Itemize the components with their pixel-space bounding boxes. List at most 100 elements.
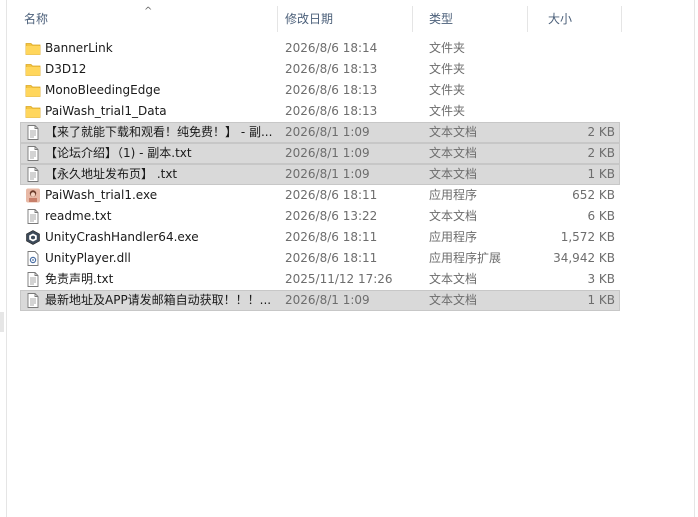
file-type: 文本文档 bbox=[429, 146, 478, 160]
file-row[interactable]: PaiWash_trial1.exe 2026/8/6 18:11 应用程序 652 … bbox=[20, 185, 620, 206]
file-name[interactable]: D3D12 bbox=[45, 59, 277, 80]
file-modified-date: 2026/8/1 1:09 bbox=[285, 146, 370, 160]
file-name[interactable]: readme.txt bbox=[45, 206, 277, 227]
file-row[interactable]: 最新地址及APP请发邮箱自动获取！！！... 2026/8/1 1:09 文本文档 1… bbox=[20, 290, 620, 311]
file-modified-date: 2026/8/6 18:11 bbox=[285, 230, 378, 244]
file-size: 2 KB bbox=[587, 146, 615, 160]
file-modified-date: 2025/11/12 17:26 bbox=[285, 272, 393, 286]
file-icon-cell bbox=[25, 143, 41, 164]
file-icon-cell bbox=[25, 290, 41, 311]
file-row[interactable]: readme.txt 2026/8/6 13:22 文本文档 6 KB bbox=[20, 206, 620, 227]
file-type: 应用程序 bbox=[429, 230, 478, 244]
file-icon-cell bbox=[25, 164, 41, 185]
file-icon-cell bbox=[25, 248, 41, 269]
file-size bbox=[540, 101, 615, 122]
file-modified-date: 2026/8/6 18:11 bbox=[285, 188, 378, 202]
text-document-icon bbox=[25, 293, 41, 308]
file-name[interactable]: BannerLink bbox=[45, 38, 277, 59]
file-row[interactable]: MonoBleedingEdge 2026/8/6 18:13 文件夹 bbox=[20, 80, 620, 101]
file-modified-date: 2026/8/6 13:22 bbox=[285, 209, 378, 223]
file-type: 应用程序 bbox=[429, 188, 478, 202]
column-header-size[interactable]: 大小 bbox=[528, 6, 622, 32]
file-type: 文件夹 bbox=[429, 104, 466, 118]
file-size: 34,942 KB bbox=[553, 251, 615, 265]
file-type: 文本文档 bbox=[429, 125, 478, 139]
sort-ascending-icon: ^ bbox=[144, 6, 153, 17]
file-row[interactable]: 【来了就能下载和观看！纯免费！】 - 副... 2026/8/1 1:09 文本文档… bbox=[20, 122, 620, 143]
unity-app-icon bbox=[25, 230, 41, 245]
file-row[interactable]: UnityCrashHandler64.exe 2026/8/6 18:11 应用程… bbox=[20, 227, 620, 248]
file-modified-date: 2026/8/1 1:09 bbox=[285, 125, 370, 139]
folder-icon bbox=[25, 83, 41, 98]
folder-icon bbox=[25, 104, 41, 119]
file-modified-date: 2026/8/6 18:13 bbox=[285, 104, 378, 118]
file-icon-cell bbox=[25, 206, 41, 227]
file-size: 1 KB bbox=[587, 167, 615, 181]
file-name[interactable]: 【永久地址发布页】 .txt bbox=[45, 164, 277, 185]
file-size: 6 KB bbox=[587, 209, 615, 223]
file-modified-date: 2026/8/1 1:09 bbox=[285, 293, 370, 307]
column-divider[interactable] bbox=[621, 6, 622, 32]
column-header-size-label: 大小 bbox=[548, 12, 573, 26]
text-document-icon bbox=[25, 209, 41, 224]
column-header-bar: 名称 ^ 修改日期 类型 大小 bbox=[8, 6, 622, 32]
file-modified-date: 2026/8/6 18:13 bbox=[285, 62, 378, 76]
file-row[interactable]: PaiWash_trial1_Data 2026/8/6 18:13 文件夹 bbox=[20, 101, 620, 122]
file-type: 文本文档 bbox=[429, 209, 478, 223]
file-type: 文本文档 bbox=[429, 272, 478, 286]
column-header-type[interactable]: 类型 bbox=[413, 6, 528, 32]
file-icon-cell bbox=[25, 185, 41, 206]
file-name[interactable]: 【论坛介绍】（1) - 副本.txt bbox=[45, 143, 277, 164]
file-size: 2 KB bbox=[587, 125, 615, 139]
file-list: BannerLink 2026/8/6 18:14 文件夹 D3D12 2026/8/6… bbox=[20, 38, 620, 311]
file-modified-date: 2026/8/6 18:14 bbox=[285, 41, 378, 55]
file-icon-cell bbox=[25, 59, 41, 80]
file-name[interactable]: MonoBleedingEdge bbox=[45, 80, 277, 101]
file-name[interactable]: UnityCrashHandler64.exe bbox=[45, 227, 277, 248]
column-header-type-label: 类型 bbox=[429, 12, 454, 26]
file-row[interactable]: 【论坛介绍】（1) - 副本.txt 2026/8/1 1:09 文本文档 2 KB bbox=[20, 143, 620, 164]
file-type: 文本文档 bbox=[429, 167, 478, 181]
file-size bbox=[540, 80, 615, 101]
file-explorer-window: 名称 ^ 修改日期 类型 大小 BannerLink 2026/8/6 18:14… bbox=[0, 0, 698, 517]
file-name[interactable]: UnityPlayer.dll bbox=[45, 248, 277, 269]
file-row[interactable]: UnityPlayer.dll 2026/8/6 18:11 应用程序扩展 34,94… bbox=[20, 248, 620, 269]
file-icon-cell bbox=[25, 227, 41, 248]
file-size: 1,572 KB bbox=[560, 230, 615, 244]
navigation-pane-edge[interactable] bbox=[0, 0, 7, 517]
file-modified-date: 2026/8/6 18:11 bbox=[285, 251, 378, 265]
game-app-icon bbox=[25, 188, 41, 203]
file-name[interactable]: 最新地址及APP请发邮箱自动获取！！！... bbox=[45, 290, 277, 311]
text-document-icon bbox=[25, 146, 41, 161]
file-name[interactable]: PaiWash_trial1_Data bbox=[45, 101, 277, 122]
file-size bbox=[540, 38, 615, 59]
file-row[interactable]: 【永久地址发布页】 .txt 2026/8/1 1:09 文本文档 1 KB bbox=[20, 164, 620, 185]
column-header-date[interactable]: 修改日期 bbox=[269, 6, 413, 32]
navigation-pane-splitter[interactable] bbox=[0, 312, 4, 332]
file-icon-cell bbox=[25, 101, 41, 122]
file-type: 文件夹 bbox=[429, 62, 466, 76]
file-modified-date: 2026/8/1 1:09 bbox=[285, 167, 370, 181]
window-right-edge bbox=[694, 0, 698, 517]
file-name[interactable]: 免责声明.txt bbox=[45, 269, 277, 290]
folder-icon bbox=[25, 62, 41, 77]
file-row[interactable]: D3D12 2026/8/6 18:13 文件夹 bbox=[20, 59, 620, 80]
file-name[interactable]: 【来了就能下载和观看！纯免费！】 - 副... bbox=[45, 122, 277, 143]
file-icon-cell bbox=[25, 269, 41, 290]
file-type: 文件夹 bbox=[429, 41, 466, 55]
file-type: 文本文档 bbox=[429, 293, 478, 307]
file-icon-cell bbox=[25, 80, 41, 101]
text-document-icon bbox=[25, 272, 41, 287]
file-size: 652 KB bbox=[572, 188, 615, 202]
file-size: 3 KB bbox=[587, 272, 615, 286]
column-header-name-label: 名称 bbox=[24, 12, 49, 26]
file-type: 文件夹 bbox=[429, 83, 466, 97]
file-row[interactable]: 免责声明.txt 2025/11/12 17:26 文本文档 3 KB bbox=[20, 269, 620, 290]
file-modified-date: 2026/8/6 18:13 bbox=[285, 83, 378, 97]
column-header-date-label: 修改日期 bbox=[285, 12, 334, 26]
file-name[interactable]: PaiWash_trial1.exe bbox=[45, 185, 277, 206]
file-size bbox=[540, 59, 615, 80]
file-row[interactable]: BannerLink 2026/8/6 18:14 文件夹 bbox=[20, 38, 620, 59]
text-document-icon bbox=[25, 125, 41, 140]
column-header-name[interactable]: 名称 ^ bbox=[8, 6, 278, 32]
